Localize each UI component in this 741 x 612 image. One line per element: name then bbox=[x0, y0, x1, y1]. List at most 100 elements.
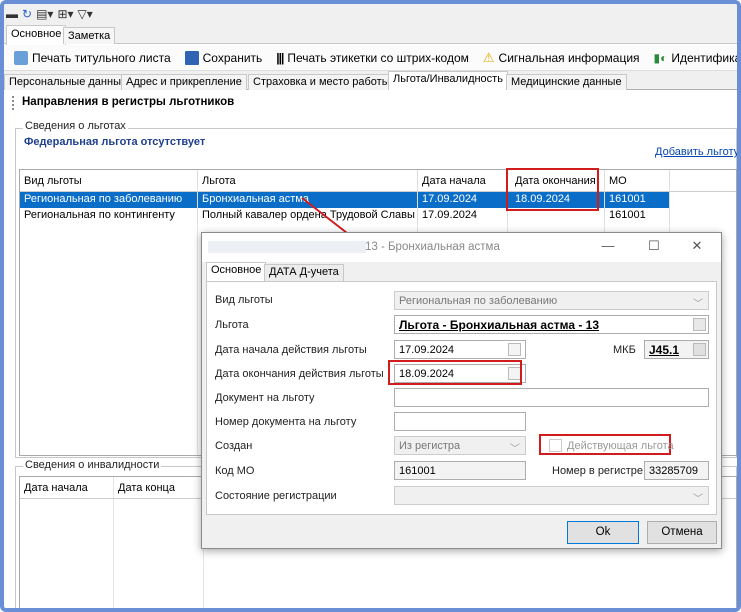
barcode-icon: ||| bbox=[276, 50, 284, 65]
table-cell: 17.09.2024 bbox=[418, 192, 508, 208]
tab-note[interactable]: Заметка bbox=[63, 27, 116, 44]
floppy-icon bbox=[184, 50, 199, 65]
end-date-field-highlight bbox=[388, 360, 522, 385]
lookup-button-icon[interactable] bbox=[693, 343, 706, 356]
end-date-label: Дата окончания действия льготы bbox=[215, 368, 384, 380]
start-date-label: Дата начала действия льготы bbox=[215, 344, 367, 356]
cancel-button[interactable]: Отмена bbox=[647, 521, 717, 544]
tab-main[interactable]: Основное bbox=[6, 25, 67, 45]
ok-button[interactable]: Ok bbox=[567, 521, 639, 544]
column-header-start-date[interactable]: Дата начала bbox=[418, 170, 508, 192]
column-header-mo[interactable]: МО bbox=[605, 170, 670, 192]
dialog-panel: Вид льготы Региональная по заболеванию ﹀… bbox=[206, 281, 717, 515]
benefit-value: Льгота - Бронхиальная астма - 13 bbox=[399, 318, 600, 332]
section-grip bbox=[12, 96, 14, 110]
mo-code-label: Код МО bbox=[215, 465, 255, 477]
minimize-button[interactable]: — bbox=[598, 238, 618, 256]
column-header-disability-start[interactable]: Дата начала bbox=[20, 477, 114, 499]
register-number-field[interactable]: 33285709 bbox=[644, 461, 709, 480]
document-number-field[interactable] bbox=[394, 412, 526, 431]
dialog-tab-main[interactable]: Основное bbox=[206, 262, 267, 281]
tab-medical-data[interactable]: Медицинские данные bbox=[506, 74, 627, 90]
close-button[interactable]: ✕ bbox=[687, 238, 707, 256]
tab-insurance[interactable]: Страховка и место работы bbox=[248, 74, 395, 90]
mkb-value: J45.1 bbox=[649, 343, 680, 357]
print-barcode-labels-button[interactable]: ||| Печать этикетки со штрих-кодом bbox=[276, 51, 469, 65]
benefit-type-value: Региональная по заболеванию bbox=[399, 295, 558, 307]
blurred-title-prefix bbox=[208, 241, 366, 253]
register-number-label: Номер в регистре bbox=[552, 465, 643, 477]
benefit-field[interactable]: Льгота - Бронхиальная астма - 13 bbox=[394, 315, 709, 334]
registration-state-label: Состояние регистрации bbox=[215, 490, 337, 502]
section-title: Направления в регистры льготников bbox=[22, 96, 235, 108]
column-header-benefit-type[interactable]: Вид льготы bbox=[20, 170, 198, 192]
dialog-tab-dispensary-date[interactable]: ДАТА Д-учета bbox=[264, 264, 344, 281]
benefit-type-label: Вид льготы bbox=[215, 294, 273, 306]
chevron-down-icon: ﹀ bbox=[693, 494, 703, 505]
benefit-dialog: 13 - Бронхиальная астма — ☐ ✕ Основное Д… bbox=[201, 232, 722, 549]
start-date-field[interactable]: 17.09.2024 bbox=[394, 340, 526, 359]
mkb-field[interactable]: J45.1 bbox=[644, 340, 709, 359]
signal-info-button[interactable]: ⚠ Сигнальная информация bbox=[483, 50, 640, 66]
signal-info-label: Сигнальная информация bbox=[498, 50, 640, 65]
start-date-value: 17.09.2024 bbox=[399, 344, 455, 356]
identification-button[interactable]: ▮◐ Идентификация bbox=[653, 50, 741, 65]
printer-icon bbox=[14, 50, 28, 65]
active-benefit-label: Действующая льгота bbox=[567, 440, 674, 452]
maximize-button[interactable]: ☐ bbox=[644, 238, 664, 256]
created-value: Из регистра bbox=[399, 440, 461, 452]
created-select[interactable]: Из регистра ﹀ bbox=[394, 436, 526, 455]
benefits-group-label: Сведения о льготах bbox=[23, 120, 128, 132]
chevron-down-icon: ﹀ bbox=[510, 444, 520, 455]
save-label: Сохранить bbox=[202, 50, 263, 65]
created-label: Создан bbox=[215, 440, 253, 452]
chevron-down-icon: ﹀ bbox=[693, 299, 703, 310]
mo-code-field[interactable]: 161001 bbox=[394, 461, 526, 480]
layout-dropdown-icon[interactable]: ⊞▾ bbox=[57, 7, 73, 21]
tab-personal-data[interactable]: Персональные данные bbox=[4, 74, 133, 90]
table-cell: Региональная по контингенту bbox=[20, 208, 198, 224]
table-cell: Региональная по заболеванию bbox=[20, 192, 198, 208]
warning-icon: ⚠ bbox=[482, 49, 495, 65]
disability-group-label: Сведения о инвалидности bbox=[23, 459, 162, 471]
active-benefit-checkbox[interactable] bbox=[549, 439, 562, 452]
print-title-page-button[interactable]: Печать титульного листа bbox=[14, 50, 171, 65]
registration-state-select[interactable]: ﹀ bbox=[394, 486, 709, 505]
save-button[interactable]: Сохранить bbox=[184, 50, 263, 65]
document-label: Документ на льготу bbox=[215, 392, 315, 404]
column-header-disability-end[interactable]: Дата конца bbox=[114, 477, 204, 499]
column-header-benefit[interactable]: Льгота bbox=[198, 170, 418, 192]
mkb-label: МКБ bbox=[613, 344, 636, 356]
end-date-highlight bbox=[506, 168, 599, 211]
table-cell: 161001 bbox=[605, 208, 670, 224]
add-benefit-link[interactable]: Добавить льготу bbox=[655, 146, 737, 158]
table-header: Вид льготы Льгота Дата начала Дата оконч… bbox=[20, 170, 736, 192]
main-tab-strip: Основное Заметка bbox=[4, 24, 737, 45]
tab-address[interactable]: Адрес и прикрепление bbox=[121, 74, 247, 90]
tab-benefits[interactable]: Льгота/Инвалидность bbox=[388, 71, 508, 90]
dialog-titlebar: 13 - Бронхиальная астма — ☐ ✕ bbox=[202, 233, 721, 262]
app-window: ▬ ↻ ▤▾ ⊞▾ ▽▾ Основное Заметка Печать тит… bbox=[0, 0, 741, 612]
quick-access-toolbar: ▬ ↻ ▤▾ ⊞▾ ▽▾ bbox=[4, 4, 737, 24]
save-icon[interactable]: ▬ bbox=[6, 7, 18, 21]
table-cell: 161001 bbox=[605, 192, 670, 208]
lookup-button-icon[interactable] bbox=[693, 318, 706, 331]
identification-icon: ▮◐ bbox=[653, 50, 668, 65]
main-toolbar: Печать титульного листа Сохранить ||| Пе… bbox=[4, 45, 737, 71]
print-title-label: Печать титульного листа bbox=[32, 50, 171, 65]
dialog-title: 13 - Бронхиальная астма bbox=[365, 241, 500, 253]
federal-benefit-status: Федеральная льгота отсутствует bbox=[24, 136, 206, 148]
benefit-label: Льгота bbox=[215, 319, 249, 331]
record-tab-strip: Персональные данные Адрес и прикрепление… bbox=[4, 71, 737, 90]
document-number-label: Номер документа на льготу bbox=[215, 416, 357, 428]
print-labels-label: Печать этикетки со штрих-кодом bbox=[287, 50, 469, 65]
refresh-icon[interactable]: ↻ bbox=[22, 7, 32, 21]
identification-label: Идентификация bbox=[671, 50, 741, 65]
document-field[interactable] bbox=[394, 388, 709, 407]
dialog-tab-strip: Основное ДАТА Д-учета bbox=[206, 262, 719, 281]
benefit-type-select[interactable]: Региональная по заболеванию ﹀ bbox=[394, 291, 709, 310]
table-cell: 17.09.2024 bbox=[418, 208, 508, 224]
filter-dropdown-icon[interactable]: ▽▾ bbox=[78, 7, 93, 21]
document-dropdown-icon[interactable]: ▤▾ bbox=[36, 7, 53, 21]
calendar-icon[interactable] bbox=[508, 343, 521, 356]
